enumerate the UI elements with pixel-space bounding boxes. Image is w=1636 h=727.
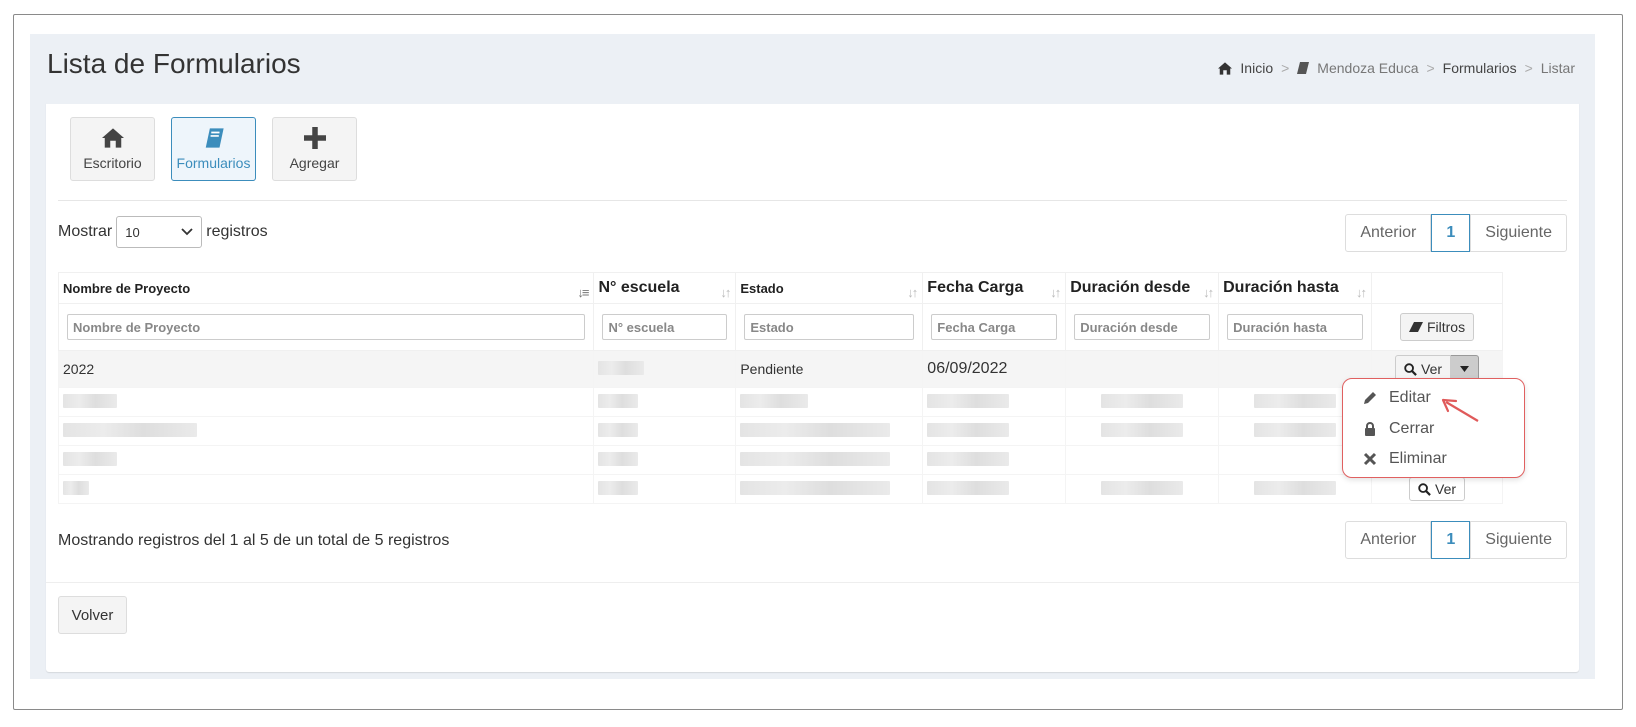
annotation-arrow-icon xyxy=(1441,398,1479,422)
filter-escuela-input[interactable]: N° escuela xyxy=(602,314,728,340)
filter-fecha-input[interactable]: Fecha Carga xyxy=(931,314,1058,340)
filters-button-label: Filtros xyxy=(1426,319,1466,335)
cell-desde xyxy=(1065,350,1220,388)
pagination-page-1[interactable]: 1 xyxy=(1431,521,1471,559)
search-icon xyxy=(1404,362,1417,376)
tile-label: Formularios xyxy=(176,155,251,171)
tile-agregar[interactable]: Agregar xyxy=(272,117,357,181)
table-row xyxy=(57,416,1503,446)
menu-item-label: Cerrar xyxy=(1389,420,1435,437)
tile-formularios[interactable]: Formularios xyxy=(171,117,256,181)
sort-icon: ↓↑ xyxy=(1356,285,1367,300)
table-header-row: Nombre de Proyecto ↓≡ N° escuela ↓↑ Estado… xyxy=(57,272,1503,304)
length-menu: Mostrar 10 registros xyxy=(58,216,268,248)
sort-desc-icon: ↓≡ xyxy=(577,285,589,300)
breadcrumb-item-inicio[interactable]: Inicio xyxy=(1240,60,1273,76)
length-prefix: Mostrar xyxy=(58,223,113,240)
lock-icon xyxy=(1365,422,1375,436)
sort-icon: ↓↑ xyxy=(1050,285,1061,300)
column-label: Fecha Carga xyxy=(927,279,1024,296)
column-header-estado[interactable]: Estado ↓↑ xyxy=(735,272,924,304)
search-icon xyxy=(1418,482,1431,496)
menu-item-cerrar[interactable]: Cerrar xyxy=(1363,420,1434,438)
view-button-label: Ver xyxy=(1421,361,1443,377)
filter-hasta-input[interactable]: Duración hasta xyxy=(1227,314,1364,340)
home-icon xyxy=(101,128,124,148)
tile-label: Agregar xyxy=(289,155,340,171)
divider xyxy=(58,200,1567,201)
menu-item-editar[interactable]: Editar xyxy=(1363,389,1431,407)
filters-button[interactable]: Filtros xyxy=(1399,313,1475,341)
column-label: Nombre de Proyecto xyxy=(63,281,191,296)
column-header-actions xyxy=(1371,272,1503,304)
pagination-bottom: Anterior 1 Siguiente xyxy=(1345,521,1567,559)
times-icon xyxy=(1363,452,1377,466)
breadcrumb-separator: > xyxy=(1524,60,1533,76)
home-icon xyxy=(1218,61,1233,75)
cell-escuela xyxy=(593,350,737,388)
breadcrumb-item-listar: Listar xyxy=(1540,60,1575,76)
column-header-fecha[interactable]: Fecha Carga ↓↑ xyxy=(922,272,1067,304)
breadcrumb-separator: > xyxy=(1281,60,1290,76)
view-button[interactable]: Ver xyxy=(1409,477,1466,501)
back-button[interactable]: Volver xyxy=(58,596,127,634)
filter-row: Nombre de Proyecto N° escuela Estado Fec… xyxy=(57,303,1503,351)
content-wrapper: Lista de Formularios Inicio > Mendoza Ed… xyxy=(30,34,1595,679)
page-title: Lista de Formularios xyxy=(47,48,301,79)
column-label: Estado xyxy=(740,281,784,296)
table-info: Mostrando registros del 1 al 5 de un tot… xyxy=(58,532,450,549)
pagination-next[interactable]: Siguiente xyxy=(1470,521,1567,559)
table-row: Ver xyxy=(57,474,1503,504)
sort-icon: ↓↑ xyxy=(1203,285,1214,300)
cell-actions: Ver xyxy=(1371,474,1503,504)
pagination-page-1[interactable]: 1 xyxy=(1431,214,1471,252)
length-suffix: registros xyxy=(206,223,268,240)
forms-table: Nombre de Proyecto ↓≡ N° escuela ↓↑ Estado… xyxy=(57,272,1503,504)
sort-icon: ↓↑ xyxy=(720,285,731,300)
menu-item-label: Eliminar xyxy=(1389,450,1447,467)
table-row xyxy=(57,445,1503,475)
table-row xyxy=(57,387,1503,417)
sort-icon: ↓↑ xyxy=(907,285,918,300)
column-header-hasta[interactable]: Duración hasta ↓↑ xyxy=(1218,272,1373,304)
column-header-escuela[interactable]: N° escuela ↓↑ xyxy=(593,272,737,304)
filter-nombre-input[interactable]: Nombre de Proyecto xyxy=(67,314,586,340)
pagination-prev[interactable]: Anterior xyxy=(1345,214,1432,252)
cell-fecha: 06/09/2022 xyxy=(922,350,1067,388)
shortcut-tiles: Escritorio Formularios Agregar xyxy=(70,117,357,181)
tile-escritorio[interactable]: Escritorio xyxy=(70,117,155,181)
column-label: N° escuela xyxy=(598,279,680,296)
breadcrumb-item-mendoza-educa[interactable]: Mendoza Educa xyxy=(1317,60,1418,76)
column-label: Duración hasta xyxy=(1223,279,1339,296)
cell-estado: Pendiente xyxy=(735,350,924,388)
column-label: Duración desde xyxy=(1070,279,1191,296)
breadcrumb-item-formularios[interactable]: Formularios xyxy=(1443,60,1517,76)
plus-icon xyxy=(303,127,326,149)
filter-desde-input[interactable]: Duración desde xyxy=(1074,314,1211,340)
length-select[interactable]: 10 xyxy=(116,216,203,248)
filter-estado-input[interactable]: Estado xyxy=(744,314,915,340)
pagination-next[interactable]: Siguiente xyxy=(1470,214,1567,252)
tile-label: Escritorio xyxy=(83,155,142,171)
menu-item-label: Editar xyxy=(1389,389,1431,406)
view-button-label: Ver xyxy=(1435,481,1457,497)
length-value: 10 xyxy=(125,224,140,240)
book-icon xyxy=(1297,62,1310,74)
divider xyxy=(46,582,1579,583)
chevron-down-icon xyxy=(181,228,193,236)
breadcrumb-separator: > xyxy=(1426,60,1435,76)
eraser-icon xyxy=(1408,322,1423,332)
column-header-desde[interactable]: Duración desde ↓↑ xyxy=(1065,272,1220,304)
table-row: 2022 Pendiente 06/09/2022 Ver xyxy=(57,350,1503,388)
caret-down-icon xyxy=(1460,366,1470,372)
pagination-prev[interactable]: Anterior xyxy=(1345,521,1432,559)
menu-item-eliminar[interactable]: Eliminar xyxy=(1363,450,1447,468)
pencil-icon xyxy=(1364,392,1376,404)
column-header-nombre[interactable]: Nombre de Proyecto ↓≡ xyxy=(57,272,595,304)
actions-dropdown-menu: Editar Cerrar Eliminar xyxy=(1342,378,1525,478)
book-icon xyxy=(205,128,224,148)
cell-nombre: 2022 xyxy=(57,350,595,388)
pagination-top: Anterior 1 Siguiente xyxy=(1345,214,1567,252)
breadcrumb: Inicio > Mendoza Educa > Formularios > L… xyxy=(1218,60,1575,76)
